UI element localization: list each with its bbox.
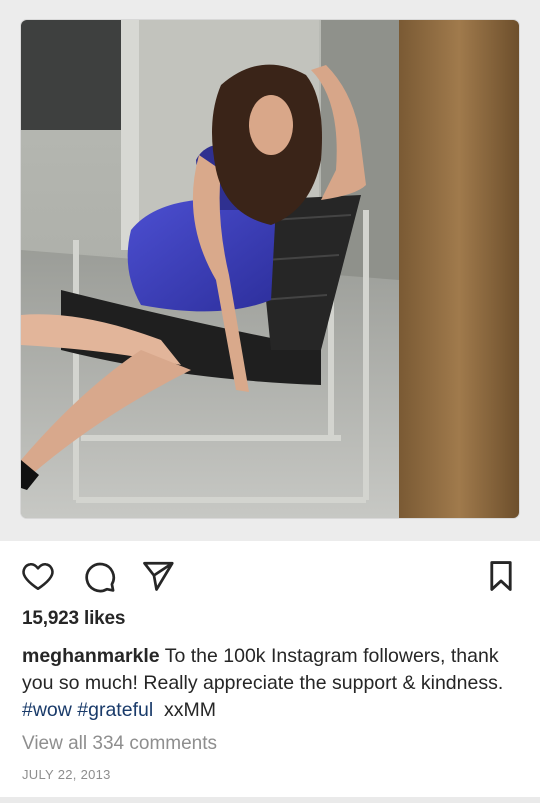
- post-date: JULY 22, 2013: [22, 767, 111, 782]
- comment-icon[interactable]: [79, 556, 119, 596]
- hashtag-wow[interactable]: #wow: [22, 699, 72, 721]
- bottom-divider: [0, 797, 540, 803]
- action-bar: [0, 541, 540, 609]
- view-all-comments-link[interactable]: View all 334 comments: [22, 733, 217, 755]
- photo-frame: [0, 0, 540, 541]
- caption-signoff: xxMM: [164, 699, 217, 721]
- hashtag-grateful[interactable]: #grateful: [77, 699, 153, 721]
- heart-icon[interactable]: [18, 556, 58, 596]
- post-caption: meghanmarkle To the 100k Instagram follo…: [22, 643, 522, 724]
- send-icon[interactable]: [138, 556, 178, 596]
- likes-count[interactable]: 15,923 likes: [22, 608, 125, 630]
- caption-username[interactable]: meghanmarkle: [22, 645, 160, 667]
- post-photo[interactable]: [21, 20, 519, 518]
- bookmark-icon[interactable]: [481, 556, 521, 596]
